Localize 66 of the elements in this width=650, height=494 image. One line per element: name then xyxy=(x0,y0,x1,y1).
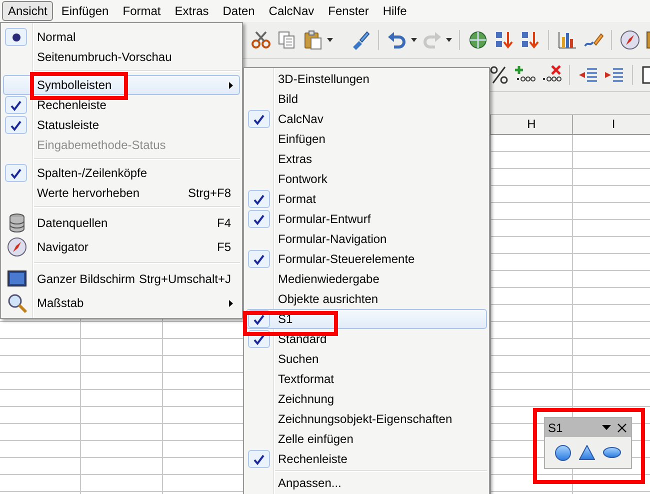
menu-item[interactable]: 3D-Einstellungen xyxy=(246,69,487,89)
paste-icon[interactable] xyxy=(302,29,324,51)
compass-icon[interactable] xyxy=(619,29,641,51)
menu-bar-item[interactable]: Hilfe xyxy=(376,1,413,21)
menu-item[interactable]: Extras xyxy=(246,149,487,169)
shortcut-label: Strg+F8 xyxy=(188,186,231,200)
menu-item[interactable]: Symbolleisten xyxy=(3,75,240,95)
menu-item[interactable]: Formular-Entwurf xyxy=(246,209,487,229)
bar-chart-icon[interactable] xyxy=(556,29,578,51)
caret-icon[interactable] xyxy=(446,38,452,42)
menu-item[interactable]: Ganzer Bildschirm Strg+Umschalt+J xyxy=(3,267,240,291)
menu-item[interactable]: Formular-Steuerelemente xyxy=(246,249,487,269)
menu-item[interactable]: Zeichnung xyxy=(246,389,487,409)
menu-item[interactable]: S1 xyxy=(246,309,487,329)
percent-icon[interactable] xyxy=(488,64,510,86)
triangle-icon[interactable] xyxy=(579,445,595,460)
column-header[interactable]: I xyxy=(572,115,650,134)
sort-descending-icon[interactable] xyxy=(519,29,541,51)
sort-ascending-icon[interactable] xyxy=(493,29,515,51)
menu-item[interactable]: Medienwiedergabe xyxy=(246,269,487,289)
menu-item[interactable]: Normal xyxy=(3,27,240,47)
ellipse-icon[interactable] xyxy=(603,447,621,458)
menu-bar-item[interactable]: Extras xyxy=(168,1,215,21)
dropdown-icon[interactable] xyxy=(602,425,611,430)
menu-item[interactable]: Zeichnungsobjekt-Eigenschaften xyxy=(246,409,487,429)
magnifier-icon xyxy=(6,292,28,314)
toolbar-title: S1 xyxy=(548,420,564,434)
menu-item[interactable]: Rechenleiste xyxy=(3,95,240,115)
menu-item[interactable]: Navigator F5 xyxy=(3,235,240,259)
menu-item[interactable]: Fontwork xyxy=(246,169,487,189)
scissors-icon[interactable] xyxy=(250,29,272,51)
shortcut-label: Strg+Umschalt+J xyxy=(138,272,231,286)
menu-bar-item[interactable]: Ansicht xyxy=(2,1,54,21)
undo-icon[interactable] xyxy=(386,29,408,51)
menu-bar-item[interactable]: Einfügen xyxy=(55,1,115,21)
compass-icon xyxy=(6,236,28,258)
menu-item[interactable]: Anpassen... xyxy=(246,473,487,493)
menu-item[interactable]: Textformat xyxy=(246,369,487,389)
menu-item[interactable]: Seitenumbruch-Vorschau xyxy=(3,47,240,67)
menu-bar-item[interactable]: Fenster xyxy=(322,1,375,21)
menu-item[interactable]: Werte hervorheben Strg+F8 xyxy=(3,183,240,203)
menu-item[interactable]: Statusleiste xyxy=(3,115,240,135)
menu-item[interactable]: CalcNav xyxy=(246,109,487,129)
menu-bar-item[interactable]: CalcNav xyxy=(262,1,320,21)
menu-item[interactable]: Einfügen xyxy=(246,129,487,149)
menu-bar-item[interactable]: Daten xyxy=(216,1,261,21)
close-icon[interactable] xyxy=(617,422,627,432)
menu-bar-item[interactable]: Format xyxy=(116,1,167,21)
submenu-arrow-icon xyxy=(229,82,233,88)
menu-item[interactable]: Bild xyxy=(246,89,487,109)
menu-item[interactable]: Rechenleiste xyxy=(246,449,487,469)
menu-item[interactable]: Format xyxy=(246,189,487,209)
menu-item[interactable]: Formular-Navigation xyxy=(246,229,487,249)
shortcut-label: F4 xyxy=(216,216,231,230)
caret-icon[interactable] xyxy=(327,38,333,42)
menu-item[interactable]: Objekte ausrichten xyxy=(246,289,487,309)
menu-item[interactable]: Suchen xyxy=(246,349,487,369)
menu-item[interactable]: Maßstab xyxy=(3,291,240,315)
caret-icon[interactable] xyxy=(411,38,417,42)
globe-icon[interactable] xyxy=(467,29,489,51)
menu-item[interactable]: Datenquellen F4 xyxy=(3,211,240,235)
submenu-arrow-icon xyxy=(229,300,233,306)
circle-icon[interactable] xyxy=(555,444,571,460)
menu-item[interactable]: Zelle einfügen xyxy=(246,429,487,449)
menu-item[interactable]: Spalten-/Zeilenköpfe xyxy=(3,163,240,183)
shortcut-label: F5 xyxy=(216,240,231,254)
